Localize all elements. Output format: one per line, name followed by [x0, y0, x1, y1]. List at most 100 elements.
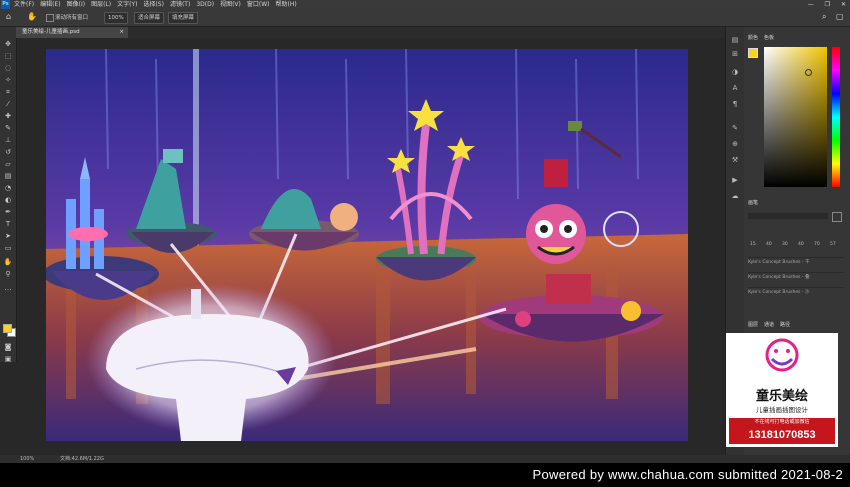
layers-panel-tab[interactable]: 图层: [748, 321, 758, 328]
minimize-button[interactable]: —: [808, 1, 814, 8]
fit-screen-button[interactable]: 适合屏幕: [134, 12, 165, 24]
healing-tool-icon[interactable]: ✚: [3, 111, 13, 121]
foreground-color-swatch[interactable]: [3, 324, 12, 333]
window-controls: — ❐ ✕: [799, 0, 846, 9]
gradient-tool-icon[interactable]: ▤: [3, 171, 13, 181]
ad-overlay: 童乐美绘 儿童插画插图设计 不在线可打电话或加微信 13181070853: [726, 333, 838, 447]
eraser-tool-icon[interactable]: ▱: [3, 159, 13, 169]
scroll-all-checkbox[interactable]: [46, 14, 54, 22]
menu-help[interactable]: 帮助(H): [276, 0, 297, 9]
menu-image[interactable]: 图像(I): [67, 0, 85, 9]
brush-item-3[interactable]: Kyle's Concept Brushes - 沙: [748, 287, 844, 298]
panel-foreground-swatch[interactable]: [748, 48, 758, 58]
blur-tool-icon[interactable]: ◔: [3, 183, 13, 193]
crop-tool-icon[interactable]: ⌗: [3, 87, 13, 97]
marquee-tool-icon[interactable]: ⬚: [3, 51, 13, 61]
brush-size-3[interactable]: 30: [782, 242, 788, 247]
document-tab-title: 童乐美绘-儿童插画.psd: [22, 29, 80, 35]
hand-tool-icon[interactable]: ✋: [3, 257, 13, 267]
zoom-100-button[interactable]: 100%: [104, 12, 128, 24]
brush-size-4[interactable]: 40: [798, 242, 804, 247]
watermark-footer: Powered by www.chahua.com submitted 2021…: [0, 463, 850, 487]
magic-wand-tool-icon[interactable]: ✧: [3, 75, 13, 85]
document-info: 文档:42.6M/1.22G: [60, 456, 104, 462]
hand-tool-icon: ✋: [27, 12, 37, 21]
menu-bar: Ps 文件(F) 编辑(E) 图像(I) 图层(L) 文字(Y) 选择(S) 滤镜(T) 3D…: [0, 0, 850, 9]
stamp-tool-icon[interactable]: ⊥: [3, 135, 13, 145]
home-icon[interactable]: ⌂: [6, 12, 11, 21]
history-icon[interactable]: ▤: [730, 35, 740, 45]
zoom-tool-icon[interactable]: ⚲: [3, 269, 13, 279]
adjustments-icon[interactable]: ◑: [730, 67, 740, 77]
actions-icon[interactable]: ▶: [730, 175, 740, 185]
menu-type[interactable]: 文字(Y): [117, 0, 137, 9]
brand-logo-icon: [765, 338, 799, 372]
channels-panel-tab[interactable]: 通道: [764, 321, 774, 328]
menu-select[interactable]: 选择(S): [143, 0, 164, 9]
properties-icon[interactable]: ⊞: [730, 49, 740, 59]
document-tab[interactable]: 童乐美绘-儿童插画.psd ×: [16, 27, 128, 38]
fill-screen-button[interactable]: 填充屏幕: [168, 12, 199, 24]
menu-file[interactable]: 文件(F): [14, 0, 34, 9]
pen-tool-icon[interactable]: ✒: [3, 207, 13, 217]
paths-panel-tab[interactable]: 路径: [780, 321, 790, 328]
brush-settings-icon[interactable]: ✎: [730, 123, 740, 133]
artwork-illustration: [46, 49, 688, 441]
dodge-tool-icon[interactable]: ◐: [3, 195, 13, 205]
brush-item-2[interactable]: Kyle's Concept Brushes - 叠: [748, 272, 844, 283]
new-brush-icon[interactable]: [832, 212, 842, 222]
screen-mode-icon[interactable]: ▣: [3, 354, 13, 364]
search-icon[interactable]: ⌕: [822, 12, 826, 22]
color-picker-field[interactable]: [764, 47, 827, 187]
brush-size-6[interactable]: 57: [830, 242, 836, 247]
menu-view[interactable]: 视图(V): [220, 0, 241, 9]
brush-item-1[interactable]: Kyle's Concept Brushes - 干: [748, 257, 844, 268]
swatches-panel-tab[interactable]: 色板: [764, 34, 774, 41]
artwork-canvas[interactable]: [46, 49, 688, 441]
type-tool-icon[interactable]: T: [3, 219, 13, 229]
hue-slider[interactable]: [832, 47, 840, 187]
path-select-icon[interactable]: ➤: [3, 231, 13, 241]
tool-presets-icon[interactable]: ⚒: [730, 155, 740, 165]
shape-tool-icon[interactable]: ▭: [3, 243, 13, 253]
color-picker-cursor[interactable]: [805, 69, 812, 76]
tools-panel: ✥ ⬚ ◌ ✧ ⌗ ⁄ ✚ ✎ ⊥ ↺ ▱ ▤ ◔ ◐ ✒ T ➤ ▭ ✋ ⚲ …: [0, 27, 17, 364]
brush-size-slider[interactable]: [748, 213, 828, 219]
maximize-button[interactable]: ❐: [825, 1, 830, 8]
quick-mask-icon[interactable]: ◙: [3, 342, 13, 352]
libraries-icon[interactable]: ☁: [730, 191, 740, 201]
history-brush-icon[interactable]: ↺: [3, 147, 13, 157]
document-tab-bar: 童乐美绘-儿童插画.psd ×: [16, 27, 724, 38]
move-tool-icon[interactable]: ✥: [3, 39, 13, 49]
eyedropper-tool-icon[interactable]: ⁄: [3, 99, 13, 109]
brush-size-2[interactable]: 40: [766, 242, 772, 247]
ad-note: 不在线可打电话或加微信: [729, 418, 835, 426]
ad-subtitle: 儿童插画插图设计: [756, 406, 808, 414]
menu-filter[interactable]: 滤镜(T): [170, 0, 190, 9]
workspace-icon[interactable]: ▢: [836, 12, 844, 21]
menu-layer[interactable]: 图层(L): [91, 0, 111, 9]
paragraph-icon[interactable]: ¶: [730, 99, 740, 109]
clone-source-icon[interactable]: ⊕: [730, 139, 740, 149]
zoom-level: 100%: [20, 456, 35, 462]
menu-window[interactable]: 窗口(W): [247, 0, 270, 9]
status-bar: 100% 文档:42.6M/1.22G: [0, 455, 850, 463]
menu-3d[interactable]: 3D(D): [196, 0, 214, 9]
more-tools-icon[interactable]: …: [3, 283, 13, 293]
options-bar: ⌂ ✋ 滚动所有窗口 100% 适合屏幕 填充屏幕 ⌕ ▢: [0, 9, 850, 27]
ad-phone: 13181070853: [729, 426, 835, 444]
brush-preset-row: 15 40 30 40 70 57: [744, 232, 850, 250]
close-button[interactable]: ✕: [841, 1, 846, 8]
color-panel-tab[interactable]: 颜色: [748, 34, 758, 41]
brush-size-5[interactable]: 70: [814, 242, 820, 247]
lasso-tool-icon[interactable]: ◌: [3, 63, 13, 73]
brush-size-1[interactable]: 15: [750, 242, 756, 247]
ad-brand: 童乐美绘: [755, 389, 808, 404]
brush-tool-icon[interactable]: ✎: [3, 123, 13, 133]
character-icon[interactable]: A: [730, 83, 740, 93]
footer-text: Powered by www.chahua.com submitted 2021…: [532, 467, 843, 482]
menu-edit[interactable]: 编辑(E): [40, 0, 60, 9]
brush-panel-tab[interactable]: 画笔: [748, 199, 758, 206]
close-tab-icon[interactable]: ×: [119, 27, 124, 38]
scroll-all-label: 滚动所有窗口: [55, 15, 89, 21]
